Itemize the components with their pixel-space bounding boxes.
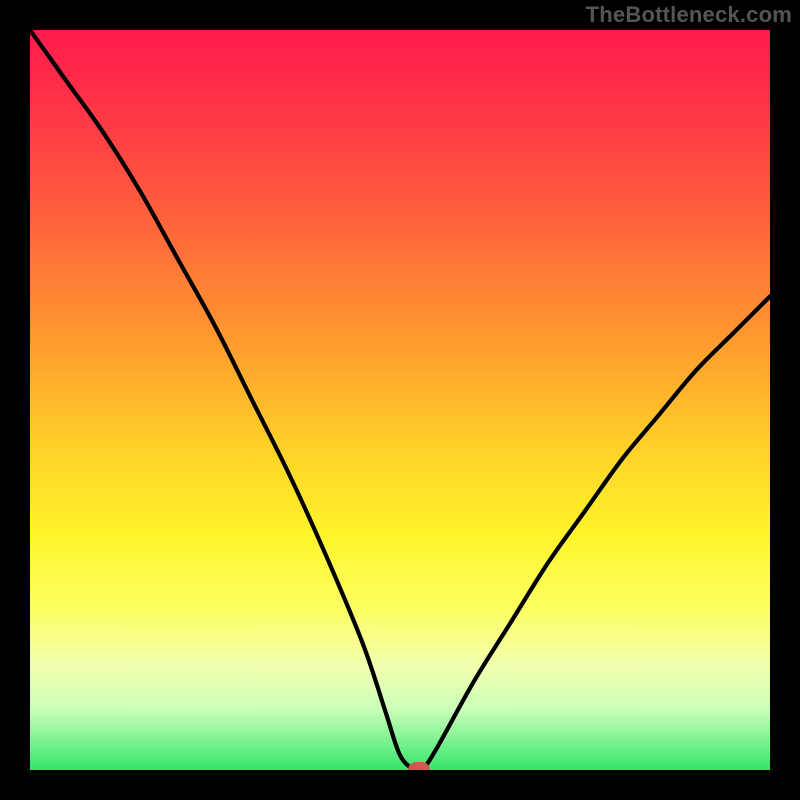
plot-area — [30, 30, 770, 770]
optimal-point-marker — [408, 762, 430, 770]
watermark-text: TheBottleneck.com — [586, 2, 792, 28]
curve-layer — [30, 30, 770, 770]
bottleneck-curve — [30, 30, 770, 770]
chart-frame: TheBottleneck.com — [0, 0, 800, 800]
